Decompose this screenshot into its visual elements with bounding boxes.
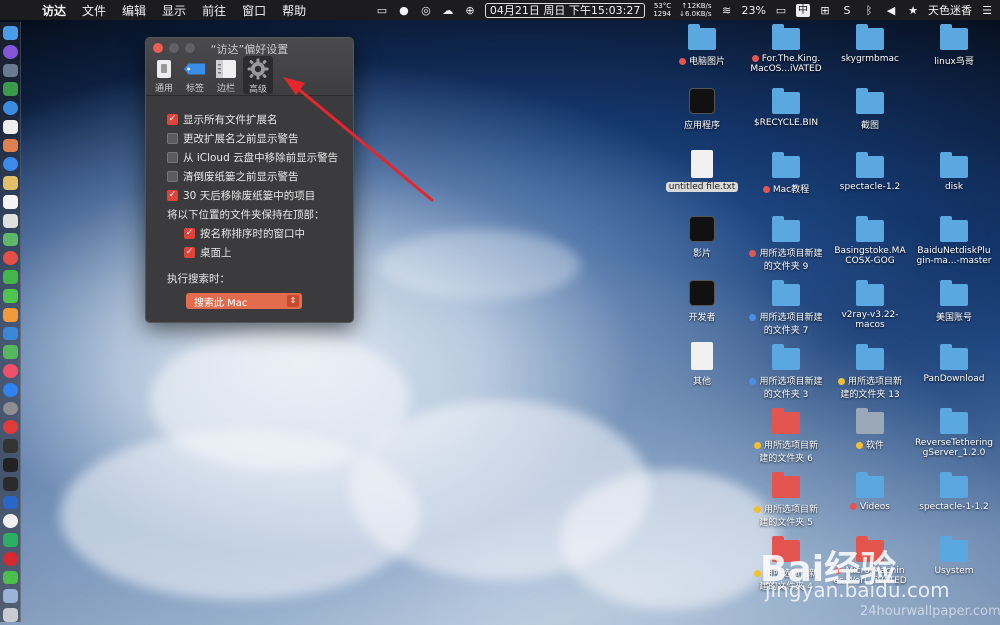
wallpaper-credit: 24hourwallpaper.com xyxy=(860,604,1000,619)
baidu-watermark-url: jingyan.baidu.com xyxy=(765,578,950,602)
annotation-arrow xyxy=(283,77,434,202)
